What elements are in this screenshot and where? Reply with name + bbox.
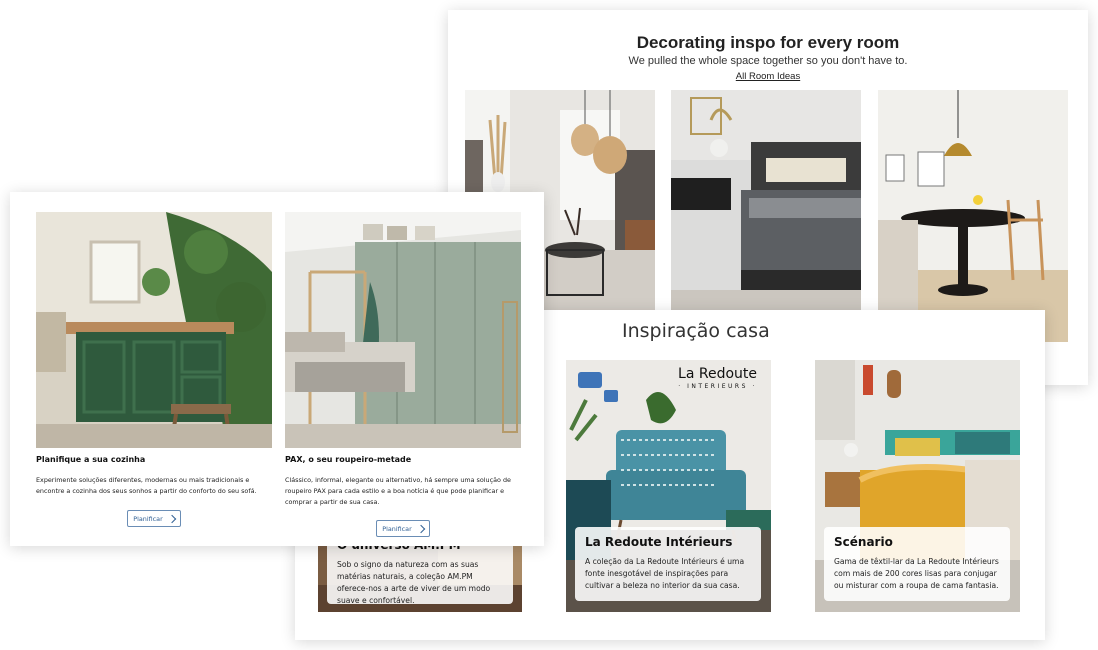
pax-planificar-label: Planificar: [382, 524, 412, 533]
la-redoute-card-overlay: La Redoute Intérieurs A coleção da La Re…: [575, 527, 761, 601]
chevron-right-icon: [167, 514, 176, 523]
ampm-card-text: Sob o signo da natureza com as suas maté…: [337, 560, 491, 605]
kitchen-planner-title: Planifique a sua cozinha: [36, 455, 146, 464]
kitchen-planificar-label: Planificar: [133, 514, 163, 523]
kitchen-planificar-button[interactable]: Planificar: [127, 510, 181, 527]
room-ideas-title: Decorating inspo for every room: [636, 33, 900, 52]
dining-room-photo[interactable]: [878, 90, 1068, 342]
pax-planner-text: Clássico, informal, elegante ou alternat…: [285, 476, 511, 506]
scenario-card-title: Scénario: [834, 535, 893, 549]
all-room-ideas-link[interactable]: All Room Ideas: [448, 71, 1088, 82]
pax-planificar-button[interactable]: Planificar: [376, 520, 430, 537]
wardrobe-photo[interactable]: [285, 212, 521, 448]
pax-planner-title: PAX, o seu roupeiro-metade: [285, 455, 412, 464]
scenario-card-text: Gama de têxtil-lar da La Redoute Intérie…: [834, 557, 999, 590]
la-redoute-card-text: A coleção da La Redoute Intérieurs é uma…: [585, 557, 745, 590]
logo-line2: · INTERIEURS ·: [678, 383, 757, 390]
kitchen-photo[interactable]: [36, 212, 272, 448]
chevron-right-icon: [416, 524, 425, 533]
scenario-card[interactable]: Scénario Gama de têxtil-lar da La Redout…: [815, 360, 1020, 612]
bedroom-photo[interactable]: [671, 90, 861, 310]
kitchen-planner-text: Experimente soluções diferentes, moderna…: [36, 476, 257, 495]
la-redoute-card[interactable]: La Redoute · INTERIEURS · La Redoute Int…: [566, 360, 771, 612]
room-ideas-subtitle: We pulled the whole space together so yo…: [628, 55, 908, 67]
la-redoute-logo: La Redoute · INTERIEURS ·: [678, 366, 757, 390]
la-redoute-card-title: La Redoute Intérieurs: [585, 535, 733, 549]
logo-line1: La Redoute: [678, 366, 757, 382]
scenario-card-overlay: Scénario Gama de têxtil-lar da La Redout…: [824, 527, 1010, 601]
planner-panel: Planifique a sua cozinha Experimente sol…: [10, 192, 544, 546]
inspiracao-casa-title: Inspiração casa: [622, 320, 770, 342]
